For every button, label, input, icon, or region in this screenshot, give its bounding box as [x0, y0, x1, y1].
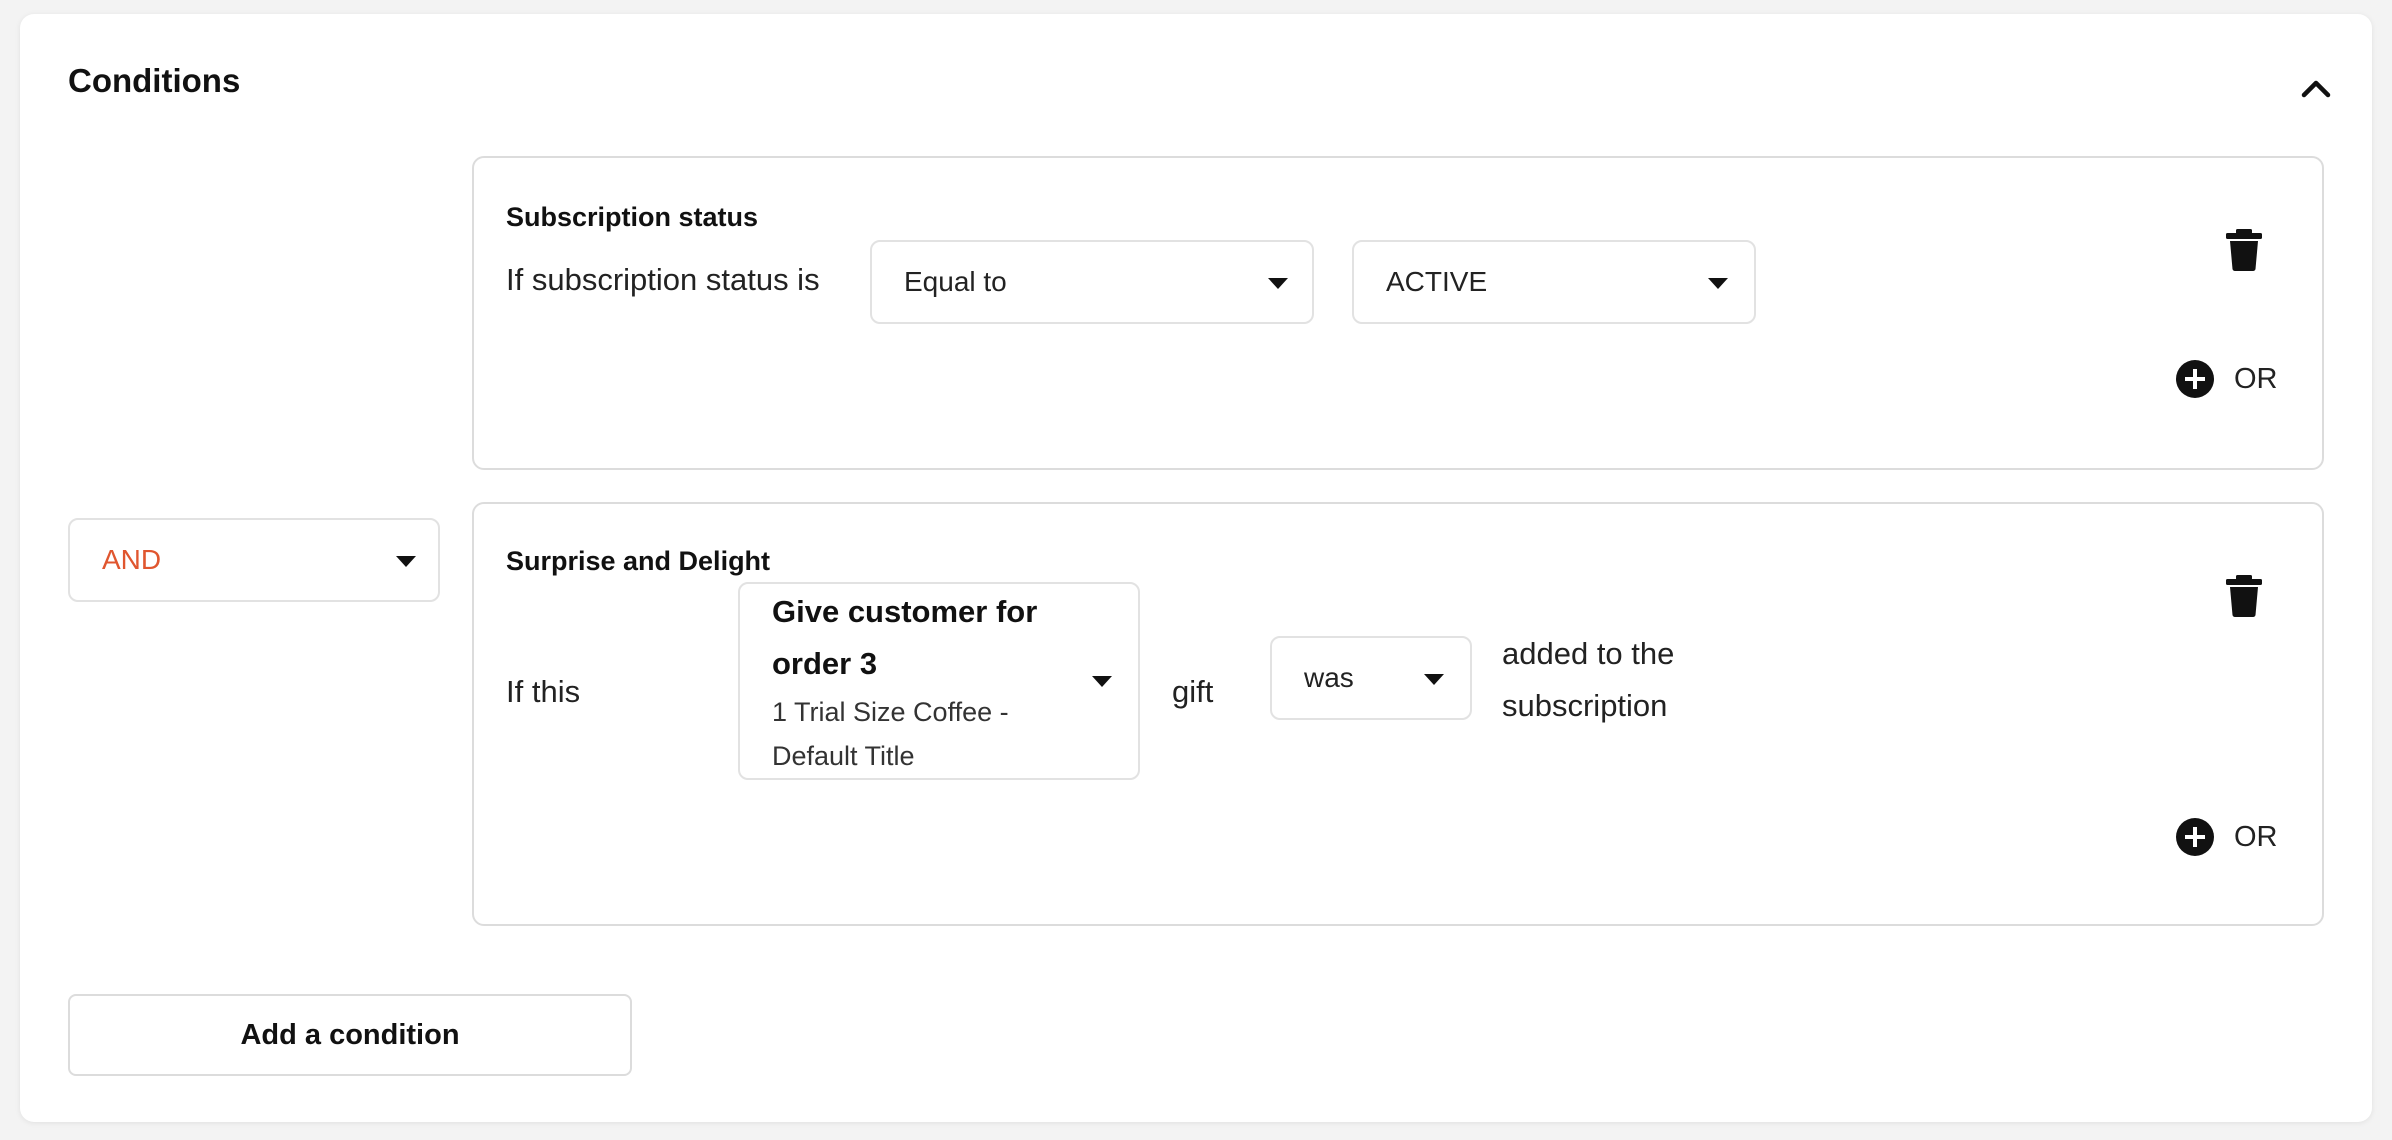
gift-subtitle-line: 1 Trial Size Coffee - — [772, 697, 1009, 727]
or-label: OR — [2234, 820, 2278, 853]
caret-down-icon — [396, 556, 416, 567]
add-condition-button[interactable]: Add a condition — [68, 994, 632, 1076]
was-select[interactable]: was — [1270, 636, 1472, 720]
caret-down-icon — [1424, 674, 1444, 685]
section-title: Conditions — [68, 62, 241, 99]
or-label: OR — [2234, 362, 2278, 395]
conditions-panel: Conditions AND Subscription status If su… — [20, 14, 2372, 1122]
caret-down-icon — [1268, 278, 1288, 289]
trailing-text-line: added to the — [1502, 636, 1675, 671]
condition-card-subscription-status: Subscription status If subscription stat… — [472, 156, 2324, 470]
collapse-button[interactable] — [2292, 64, 2340, 112]
gift-word: gift — [1172, 674, 1214, 709]
comparator-value: Equal to — [904, 266, 1007, 297]
comparator-select[interactable]: Equal to — [870, 240, 1314, 324]
gift-title: Give customer for order 3 — [772, 586, 1037, 690]
gift-title-line: order 3 — [772, 646, 878, 681]
trailing-text: added to the subscription — [1502, 628, 1674, 732]
caret-down-icon — [1092, 676, 1112, 687]
operator-value: AND — [102, 544, 162, 575]
gift-subtitle: 1 Trial Size Coffee - Default Title — [772, 690, 1009, 778]
condition-title: Subscription status — [506, 202, 759, 232]
plus-circle-icon — [2176, 360, 2214, 398]
trailing-text-line: subscription — [1502, 688, 1668, 723]
add-or-button[interactable]: OR — [2176, 818, 2278, 856]
condition-title: Surprise and Delight — [506, 546, 771, 576]
chevron-up-icon — [2301, 80, 2331, 98]
caret-down-icon — [1708, 278, 1728, 289]
trash-icon[interactable] — [2224, 228, 2264, 272]
status-value: ACTIVE — [1386, 266, 1488, 297]
gift-select[interactable]: Give customer for order 3 1 Trial Size C… — [738, 582, 1140, 780]
was-value: was — [1304, 662, 1354, 693]
operator-select[interactable]: AND — [68, 518, 440, 602]
gift-title-line: Give customer for — [772, 594, 1038, 629]
plus-circle-icon — [2176, 818, 2214, 856]
condition-lead-text: If subscription status is — [506, 262, 820, 297]
add-or-button[interactable]: OR — [2176, 360, 2278, 398]
gift-subtitle-line: Default Title — [772, 741, 915, 771]
condition-card-surprise-and-delight: Surprise and Delight If this Give custom… — [472, 502, 2324, 926]
trash-icon[interactable] — [2224, 574, 2264, 618]
condition-lead-text: If this — [506, 674, 581, 709]
status-value-select[interactable]: ACTIVE — [1352, 240, 1756, 324]
